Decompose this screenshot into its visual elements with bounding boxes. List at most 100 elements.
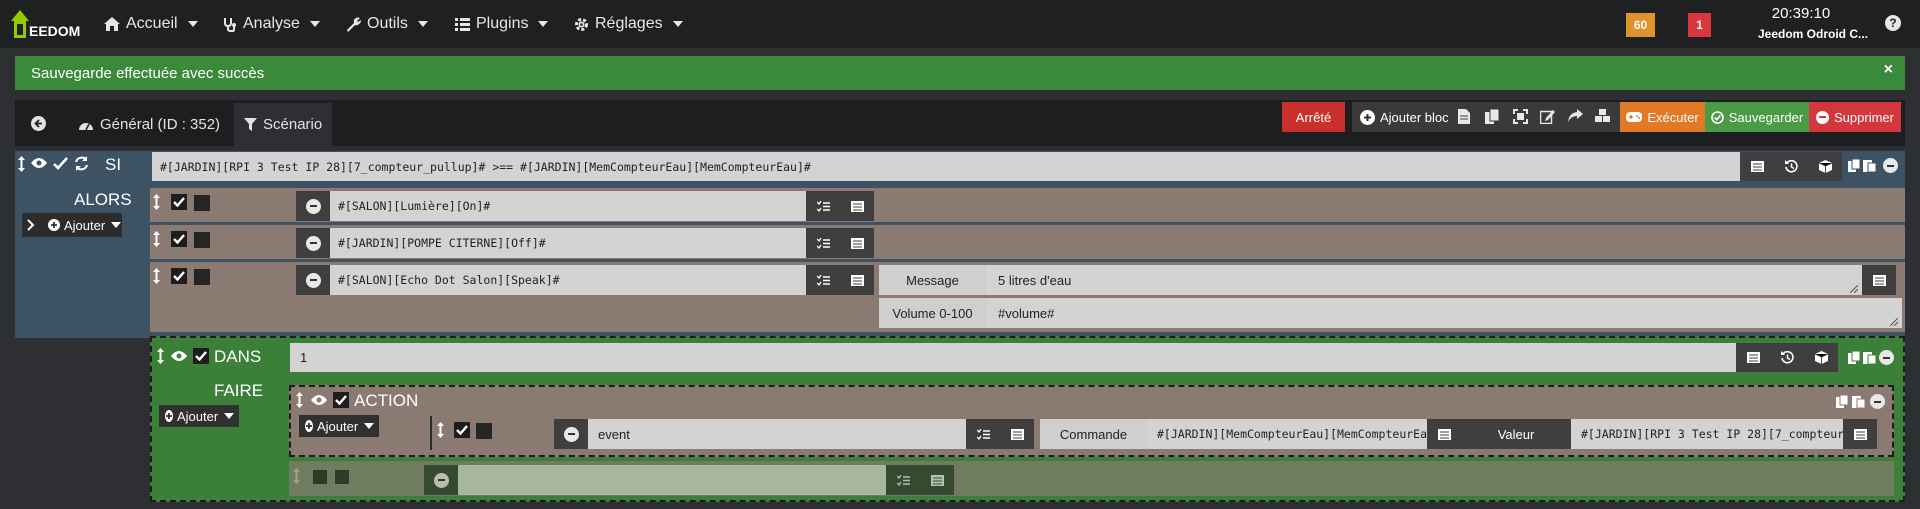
add-block-button[interactable] <box>1352 102 1452 132</box>
remove-action-button[interactable] <box>554 419 588 449</box>
select-command-icon[interactable] <box>806 265 840 295</box>
paste-block-icon[interactable] <box>1852 395 1865 408</box>
edit-icon[interactable] <box>1540 109 1555 124</box>
expand-icon[interactable] <box>1513 109 1528 124</box>
list-icon[interactable] <box>840 228 874 258</box>
eye-icon[interactable] <box>171 350 187 362</box>
valeur-input[interactable]: #[JARDIN][RPI 3 Test IP 28][7_compteur_p… <box>1571 419 1843 449</box>
action-add-button[interactable]: Ajouter <box>299 415 379 437</box>
paste-block-icon[interactable] <box>1863 159 1876 172</box>
nav-analyse[interactable]: Analyse <box>223 0 320 48</box>
message-input[interactable]: 5 litres d'eau <box>986 265 1862 295</box>
list-icon[interactable] <box>1000 419 1034 449</box>
remove-action-button[interactable] <box>296 228 330 258</box>
enable-checkbox[interactable] <box>454 422 470 438</box>
list-icon[interactable] <box>920 465 954 495</box>
chevron-down-icon <box>224 413 235 419</box>
enable-checkbox[interactable] <box>171 194 187 210</box>
remove-block-icon[interactable] <box>1883 158 1898 173</box>
refresh-icon[interactable] <box>74 156 89 171</box>
select-command-icon[interactable] <box>886 465 920 495</box>
resize-grip-icon[interactable] <box>1890 318 1898 326</box>
parallel-checkbox[interactable] <box>476 423 492 439</box>
tab-scenario[interactable]: Scénario <box>234 103 333 146</box>
nav-outils[interactable]: Outils <box>346 0 428 48</box>
volume-input[interactable]: #volume# <box>986 298 1902 328</box>
remove-block-icon[interactable] <box>1879 350 1894 365</box>
select-command-icon[interactable] <box>966 419 1000 449</box>
drag-handle-icon[interactable] <box>153 231 160 247</box>
list-icon[interactable] <box>1862 265 1896 295</box>
chevron-right-icon[interactable] <box>26 219 36 231</box>
drag-handle-icon[interactable] <box>153 194 160 210</box>
enable-checkbox[interactable] <box>333 392 349 408</box>
close-icon[interactable]: × <box>1884 61 1893 79</box>
drag-handle-icon[interactable] <box>153 268 160 284</box>
parallel-checkbox[interactable] <box>194 232 210 248</box>
nav-reglages[interactable]: Réglages <box>574 0 683 48</box>
copy-block-icon[interactable] <box>1848 159 1861 172</box>
drag-handle-icon[interactable] <box>157 348 164 364</box>
empty-command-input[interactable] <box>458 465 886 495</box>
copy-block-icon[interactable] <box>1836 395 1849 408</box>
jeedom-logo[interactable]: EEDOM <box>8 6 83 42</box>
commande-input[interactable]: #[JARDIN][MemCompteurEau][MemCompteurEau… <box>1147 419 1427 449</box>
remove-block-icon[interactable] <box>1870 394 1885 409</box>
remove-action-button[interactable] <box>296 265 330 295</box>
si-condition-input[interactable]: #[JARDIN][RPI 3 Test IP 28][7_compteur_p… <box>152 152 1740 181</box>
resize-grip-icon[interactable] <box>1850 285 1858 293</box>
remove-action-button[interactable] <box>424 465 458 495</box>
cubes-icon[interactable] <box>1595 109 1611 123</box>
eye-icon[interactable] <box>311 394 327 406</box>
paste-block-icon[interactable] <box>1863 351 1876 364</box>
alors-add-button[interactable] <box>43 213 122 237</box>
execute-button[interactable]: Exécuter <box>1620 102 1705 132</box>
enable-checkbox[interactable] <box>53 157 68 170</box>
copy-icon[interactable] <box>1485 109 1499 124</box>
list-icon[interactable] <box>840 191 874 221</box>
help-icon[interactable]: ? <box>1885 15 1901 31</box>
copy-block-icon[interactable] <box>1848 351 1861 364</box>
list-icon[interactable] <box>1736 343 1770 372</box>
select-command-icon[interactable] <box>806 191 840 221</box>
drag-handle-icon[interactable] <box>293 468 300 484</box>
remove-action-button[interactable] <box>296 191 330 221</box>
nav-plugins[interactable]: Plugins <box>455 0 549 48</box>
parallel-checkbox[interactable] <box>194 269 210 285</box>
nav-accueil[interactable]: Accueil <box>104 0 198 48</box>
enable-checkbox[interactable] <box>313 470 327 484</box>
history-icon[interactable] <box>1770 343 1804 372</box>
enable-checkbox[interactable] <box>193 348 209 364</box>
list-icon[interactable] <box>1843 419 1877 449</box>
drag-handle-icon[interactable] <box>18 156 25 172</box>
drag-handle-icon[interactable] <box>296 392 303 408</box>
action-command-input[interactable]: event <box>588 419 966 449</box>
dans-delay-input[interactable]: 1 <box>290 343 1736 372</box>
file-icon[interactable] <box>1458 109 1470 124</box>
eye-icon[interactable] <box>31 157 47 169</box>
action-command-input[interactable]: #[SALON][Lumière][On]# <box>330 191 806 221</box>
action-command-input[interactable]: #[SALON][Echo Dot Salon][Speak]# <box>330 265 806 295</box>
parallel-checkbox[interactable] <box>335 470 349 484</box>
cube-icon[interactable] <box>1808 152 1842 181</box>
select-command-icon[interactable] <box>806 228 840 258</box>
history-icon[interactable] <box>1774 152 1808 181</box>
delete-button[interactable]: Supprimer <box>1809 102 1901 132</box>
faire-add-button[interactable]: Ajouter <box>159 405 239 427</box>
list-icon[interactable] <box>840 265 874 295</box>
enable-checkbox[interactable] <box>171 268 187 284</box>
messages-badge[interactable]: 60 <box>1626 13 1655 37</box>
list-icon[interactable] <box>1427 419 1461 449</box>
save-button[interactable]: Sauvegarder <box>1705 102 1809 132</box>
enable-checkbox[interactable] <box>171 231 187 247</box>
chevron-down-icon <box>187 21 198 27</box>
condition-list-icon[interactable] <box>1740 152 1774 181</box>
cube-icon[interactable] <box>1804 343 1838 372</box>
share-icon[interactable] <box>1568 109 1583 122</box>
alerts-badge[interactable]: 1 <box>1688 13 1711 37</box>
back-icon[interactable] <box>31 116 46 131</box>
drag-handle-icon[interactable] <box>437 422 444 438</box>
tab-general[interactable]: Général (ID : 352) <box>68 103 230 146</box>
action-command-input[interactable]: #[JARDIN][POMPE CITERNE][Off]# <box>330 228 806 258</box>
parallel-checkbox[interactable] <box>194 195 210 211</box>
